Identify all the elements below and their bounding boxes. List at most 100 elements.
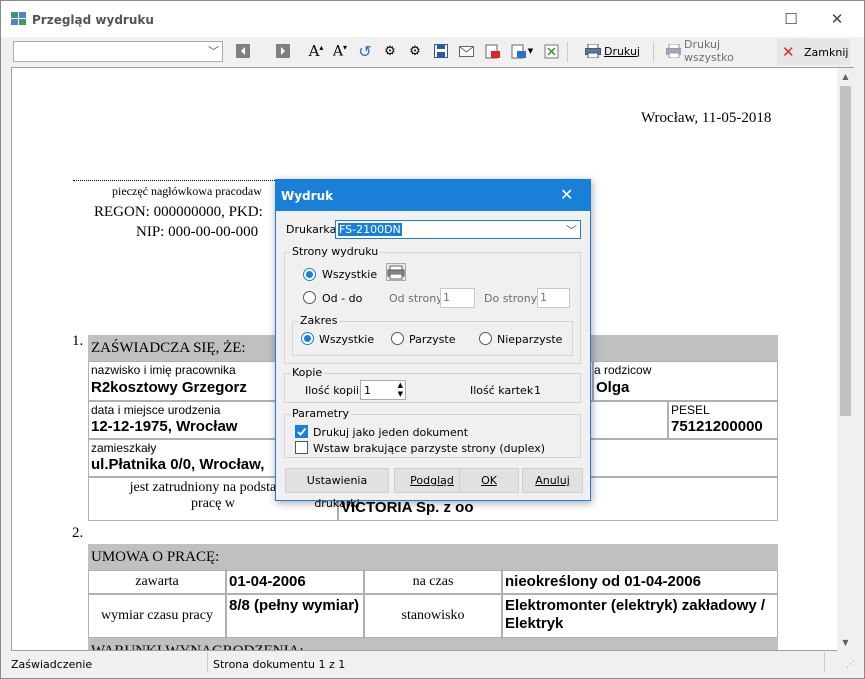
zoom-in-button[interactable]: A▴ xyxy=(307,42,325,60)
from-page-input[interactable]: 1 xyxy=(440,288,475,308)
printer-icon xyxy=(585,44,601,58)
field-value: VICTORIA Sp. z oo xyxy=(341,499,474,516)
print-preview-window: Przegląd wydruku ☐ ✕ ﹀ A▴ A▾ ↺ ⚙ ⚙ ▼ Dru… xyxy=(0,0,865,679)
email-button[interactable] xyxy=(457,42,475,60)
pesel-cell: PESEL 75121200000 xyxy=(668,401,778,439)
close-icon: ✕ xyxy=(830,10,844,28)
period-value: nieokreślony od 01-04-2006 xyxy=(502,570,778,594)
printer-select[interactable]: FS-2100DN ﹀ xyxy=(335,220,581,239)
arrow-left-icon xyxy=(236,44,250,58)
hours-value: 8/8 (pełny wymiar) xyxy=(226,594,364,638)
radio-page-range[interactable] xyxy=(303,291,316,304)
status-bar: Zaświadczenie Strona dokumentu 1 z 1 ⋰ xyxy=(1,652,864,678)
vertical-scrollbar[interactable]: ▲ ▼ xyxy=(837,68,854,651)
field-label: data i miejsce urodzenia xyxy=(91,403,221,417)
printer-icon[interactable] xyxy=(386,263,406,281)
window-close-button[interactable]: ✕ xyxy=(814,5,860,33)
stamp-label: pieczęć nagłówkowa pracodaw xyxy=(112,184,262,198)
maximize-button[interactable]: ☐ xyxy=(768,5,814,33)
scroll-up-icon[interactable]: ▲ xyxy=(837,68,854,85)
settings-button[interactable]: ⚙ xyxy=(381,42,399,60)
zoom-out-button[interactable]: A▾ xyxy=(331,42,349,60)
status-separator xyxy=(824,652,825,672)
ok-button[interactable]: OK xyxy=(459,468,519,493)
refresh-icon: ↺ xyxy=(358,41,372,61)
checkmark-icon xyxy=(297,427,307,436)
copies-stepper[interactable]: 1 ▲ ▼ xyxy=(360,380,406,400)
toolbar: ﹀ A▴ A▾ ↺ ⚙ ⚙ ▼ Drukuj Drukuj wszystko ✕… xyxy=(1,37,864,67)
maximize-icon: ☐ xyxy=(784,10,798,28)
scroll-down-icon[interactable]: ▼ xyxy=(837,634,854,651)
print-button[interactable]: Drukuj xyxy=(585,42,640,60)
stepper-arrows-icon[interactable]: ▲ ▼ xyxy=(398,381,403,399)
font-smaller-icon: A▾ xyxy=(332,42,348,60)
group-label: Parametry xyxy=(290,407,351,420)
nip-text: NIP: 000-00-00-000 xyxy=(136,224,259,240)
refresh-button[interactable]: ↺ xyxy=(356,41,374,61)
concluded-label: zawarta xyxy=(88,570,226,594)
checkbox-label: Wstaw brakujące parzyste strony (duplex) xyxy=(313,442,546,455)
duplex-checkbox[interactable] xyxy=(295,441,308,454)
dialog-close-icon[interactable]: ✕ xyxy=(560,185,573,204)
dialog-title: Wydruk xyxy=(281,189,334,203)
sheets-label: Ilość kartek xyxy=(470,384,534,397)
radio-label: Nieparzyste xyxy=(497,333,563,346)
radio-scope-even[interactable] xyxy=(391,332,404,345)
radio-all-pages[interactable] xyxy=(303,268,316,281)
field-label: a rodzicow xyxy=(594,363,652,377)
radio-label: Od - do xyxy=(322,292,363,305)
parents-cell: a rodzicow Olga xyxy=(593,361,778,401)
scope-group: Zakres Wszystkie Parzyste Nieparzyste xyxy=(292,314,573,356)
radio-scope-odd[interactable] xyxy=(479,332,492,345)
sheets-value: 1 xyxy=(534,384,541,397)
status-document-name: Zaświadczenie xyxy=(11,658,93,671)
dropdown-arrow-icon: ▼ xyxy=(527,47,534,55)
status-page: Strona dokumentu 1 z 1 xyxy=(213,658,346,671)
printer-label: Drukarka xyxy=(286,223,337,236)
gear-icon: ⚙ xyxy=(384,43,396,59)
params-group: Parametry Drukuj jako jeden dokument Wst… xyxy=(284,407,581,458)
to-page-input[interactable]: 1 xyxy=(537,288,570,308)
arrow-right-icon xyxy=(276,44,290,58)
printer-all-icon xyxy=(666,44,682,58)
hours-label: wymiar czasu pracy xyxy=(88,594,226,638)
section-number: 2. xyxy=(72,525,84,541)
save-button[interactable] xyxy=(432,42,450,60)
to-label: Do strony xyxy=(484,292,538,305)
page-combo[interactable]: ﹀ xyxy=(13,41,223,62)
dialog-title-bar: Wydruk ✕ xyxy=(276,180,590,211)
print-dialog: Wydruk ✕ Drukarka FS-2100DN ﹀ Strony wyd… xyxy=(275,179,591,510)
next-page-button[interactable] xyxy=(274,42,292,60)
resize-grip-icon[interactable]: ⋰ xyxy=(846,660,855,670)
close-preview-button[interactable]: ✕ Zamknij xyxy=(777,39,850,65)
stamp-line xyxy=(73,180,283,181)
window-title: Przegląd wydruku xyxy=(32,13,154,27)
export-excel-button[interactable] xyxy=(542,42,560,60)
concluded-value: 01-04-2006 xyxy=(226,570,364,594)
radio-label: Parzyste xyxy=(409,333,456,346)
export-menu-button[interactable]: ▼ xyxy=(507,42,537,60)
page-setup-button[interactable]: ⚙ xyxy=(406,42,424,60)
export-pdf-button[interactable] xyxy=(483,42,501,60)
radio-scope-all[interactable] xyxy=(301,332,314,345)
cancel-button[interactable]: Anuluj xyxy=(522,468,583,493)
radio-label: Wszystkie xyxy=(319,333,375,346)
close-x-icon: ✕ xyxy=(782,43,795,61)
excel-icon xyxy=(544,44,558,58)
single-document-checkbox[interactable] xyxy=(295,425,308,438)
field-label: nazwisko i imię pracownika xyxy=(91,363,236,377)
scroll-thumb[interactable] xyxy=(840,86,851,416)
export-icon xyxy=(511,44,526,58)
field-label: PESEL xyxy=(671,403,710,417)
printer-settings-button[interactable]: Ustawienia drukarki xyxy=(285,468,389,510)
field-value: 75121200000 xyxy=(671,418,763,435)
prev-page-button[interactable] xyxy=(234,42,252,60)
toolbar-separator xyxy=(567,42,568,62)
field-value: Olga xyxy=(596,379,630,396)
position-label: stanowisko xyxy=(364,594,502,638)
document-date: Wrocław, 11-05-2018 xyxy=(641,110,772,126)
pages-group: Strony wydruku Wszystkie Od - do Od stro… xyxy=(284,245,581,364)
print-all-button[interactable]: Drukuj wszystko xyxy=(666,38,768,64)
toolbar-separator xyxy=(653,42,654,62)
section-number: 1. xyxy=(72,333,84,349)
